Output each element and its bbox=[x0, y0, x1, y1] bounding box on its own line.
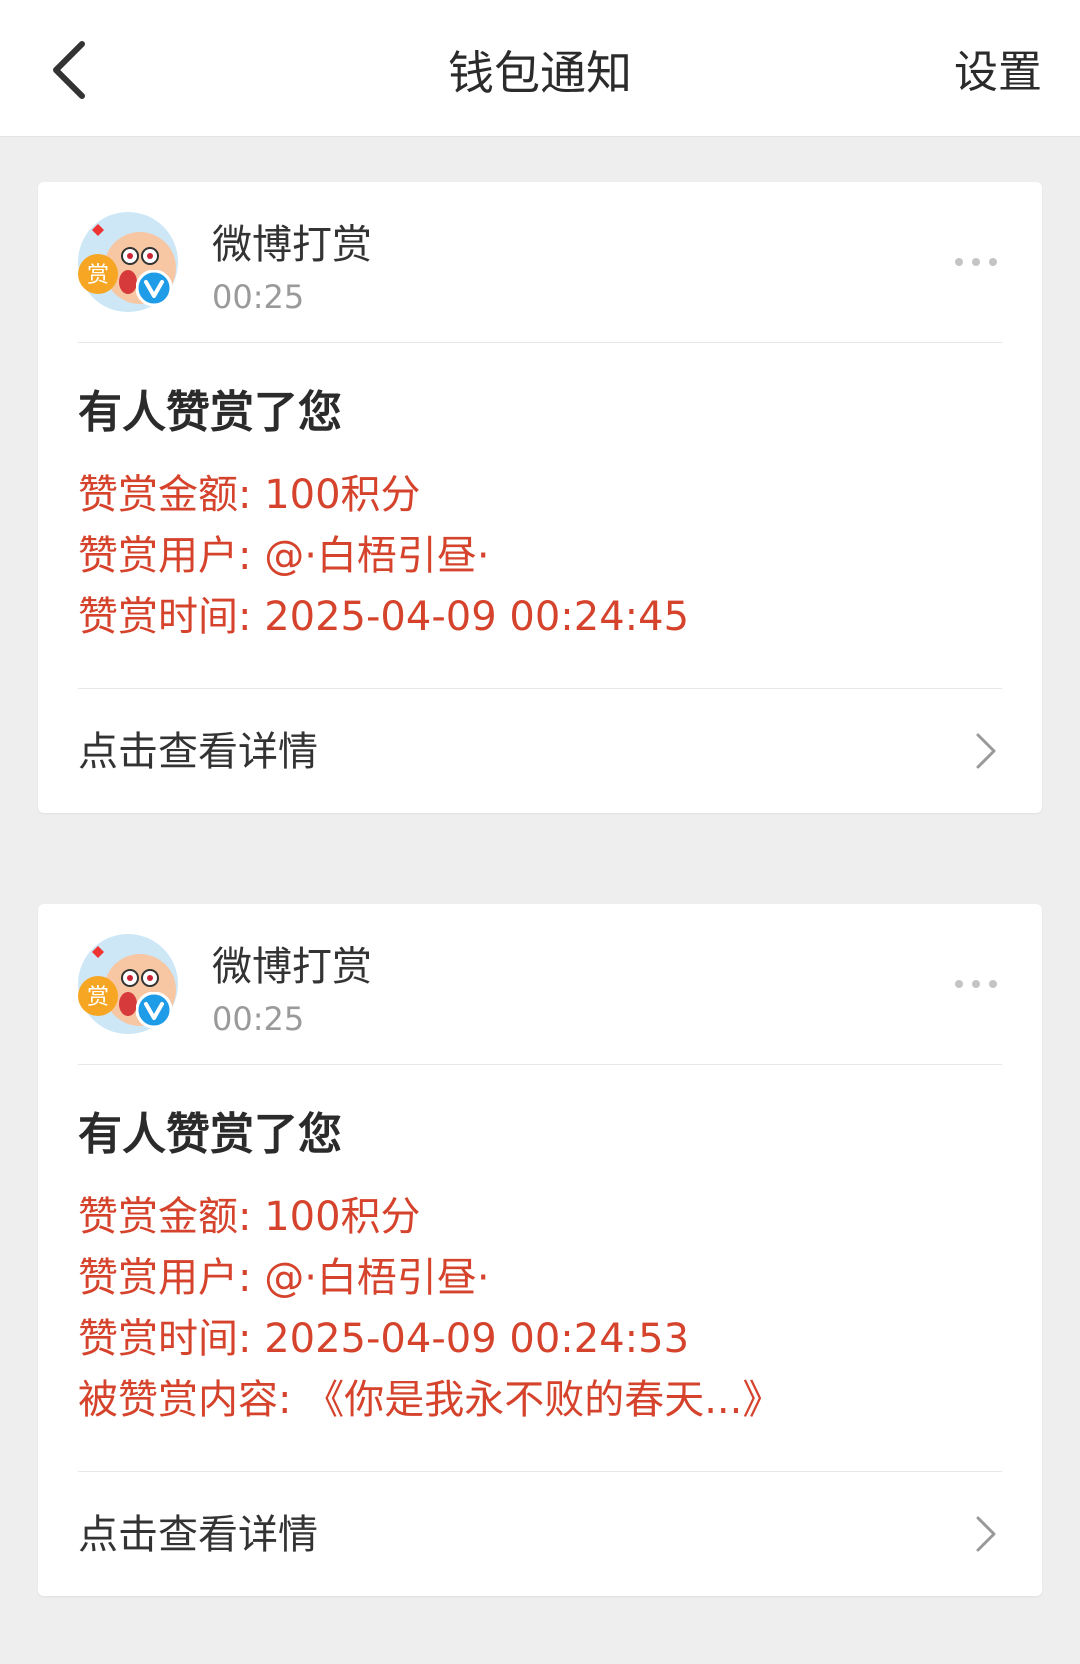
sender-name: 微博打赏 bbox=[212, 222, 372, 268]
view-details-link[interactable]: 点击查看详情 bbox=[38, 1472, 1042, 1596]
reward-amount: 赞赏金额: 100积分 bbox=[78, 1194, 421, 1240]
avatar[interactable]: 赏 bbox=[78, 212, 178, 312]
reward-time: 赞赏时间: 2025-04-09 00:24:45 bbox=[78, 594, 690, 640]
verified-v-icon bbox=[136, 992, 172, 1028]
settings-button[interactable]: 设置 bbox=[954, 38, 1042, 108]
more-dots-icon bbox=[955, 258, 997, 266]
view-details-label: 点击查看详情 bbox=[78, 1512, 318, 1558]
card-header: 赏 微博打赏 00:25 bbox=[38, 904, 1042, 1064]
view-details-label: 点击查看详情 bbox=[78, 729, 318, 775]
card-body: 有人赞赏了您 赞赏金额: 100积分 赞赏用户: @·白梧引昼· 赞赏时间: 2… bbox=[38, 1065, 1042, 1471]
notification-card: 赏 微博打赏 00:25 有人赞赏了您 赞赏金额: 100积分 赞赏用户: @·… bbox=[38, 904, 1042, 1596]
more-button[interactable] bbox=[948, 964, 1004, 1004]
more-button[interactable] bbox=[948, 242, 1004, 282]
page-title: 钱包通知 bbox=[448, 46, 632, 100]
reward-user: 赞赏用户: @·白梧引昼· bbox=[78, 1255, 490, 1301]
sender-time: 00:25 bbox=[212, 1000, 305, 1038]
view-details-link[interactable]: 点击查看详情 bbox=[38, 689, 1042, 813]
avatar-badge-text: 赏 bbox=[87, 985, 109, 1010]
chevron-right-icon bbox=[976, 1516, 996, 1552]
card-body: 有人赞赏了您 赞赏金额: 100积分 赞赏用户: @·白梧引昼· 赞赏时间: 2… bbox=[38, 343, 1042, 688]
reward-amount: 赞赏金额: 100积分 bbox=[78, 472, 421, 518]
notification-title: 有人赞赏了您 bbox=[78, 1109, 342, 1160]
notification-title: 有人赞赏了您 bbox=[78, 387, 342, 438]
more-dots-icon bbox=[955, 980, 997, 988]
reward-time: 赞赏时间: 2025-04-09 00:24:53 bbox=[78, 1316, 690, 1362]
chevron-right-icon bbox=[976, 733, 996, 769]
verified-v-icon bbox=[136, 270, 172, 306]
notification-card: 赏 微博打赏 00:25 有人赞赏了您 赞赏金额: 100积分 赞赏用户: @·… bbox=[38, 182, 1042, 813]
sender-name: 微博打赏 bbox=[212, 944, 372, 990]
reward-user: 赞赏用户: @·白梧引昼· bbox=[78, 533, 490, 579]
card-header: 赏 微博打赏 00:25 bbox=[38, 182, 1042, 342]
rewarded-content: 被赞赏内容: 《你是我永不败的春天...》 bbox=[78, 1377, 783, 1423]
sender-time: 00:25 bbox=[212, 278, 305, 316]
top-bar: 钱包通知 设置 bbox=[0, 0, 1080, 137]
avatar-badge-text: 赏 bbox=[87, 263, 109, 288]
avatar[interactable]: 赏 bbox=[78, 934, 178, 1034]
